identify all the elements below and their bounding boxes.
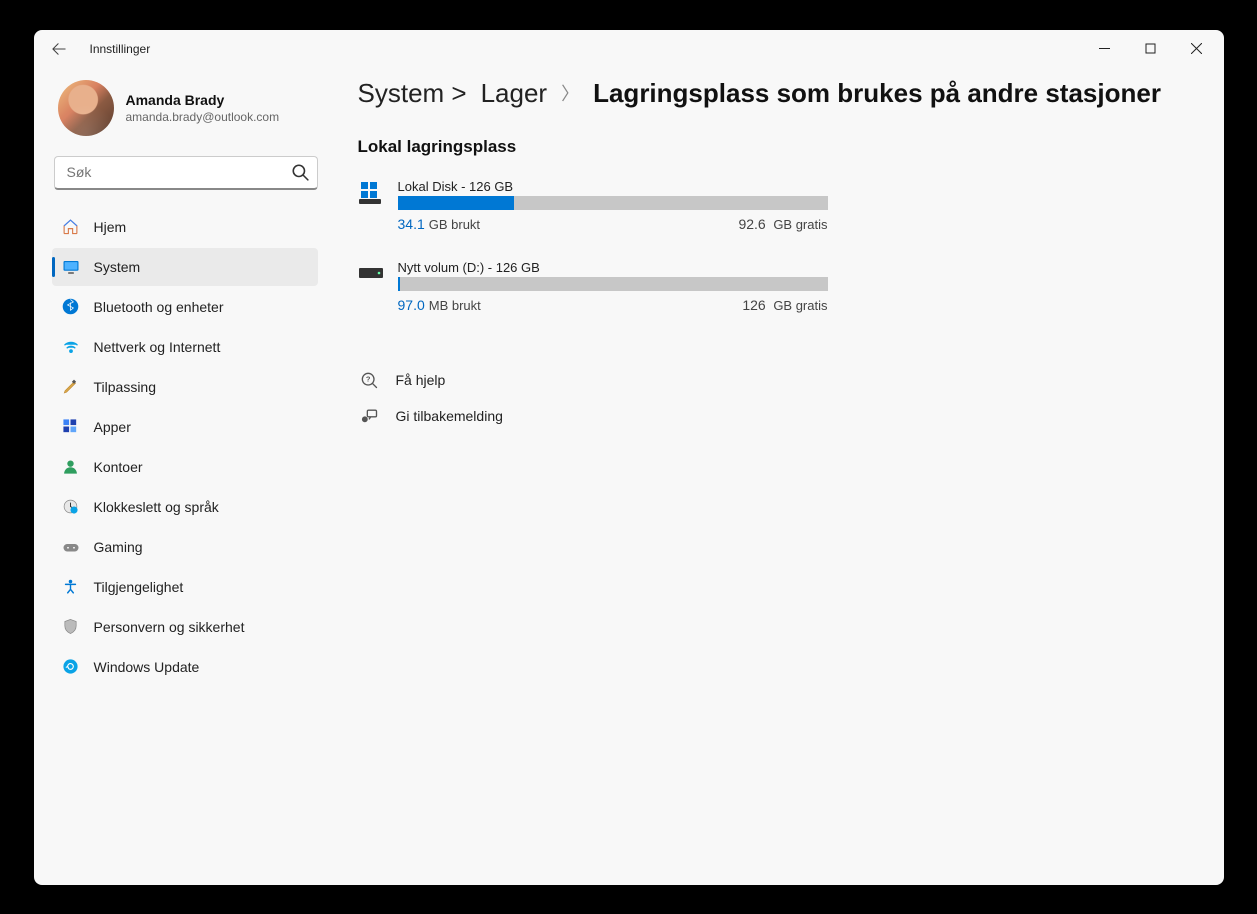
main-content: System > Lager 〉 Lagringsplass som bruke… [334,68,1224,885]
sidebar-item-apps[interactable]: Apper [52,408,318,446]
section-title: Lokal lagringsplass [358,137,1194,157]
drive-progress [398,196,828,210]
drive-windows-icon [358,179,386,207]
sidebar-item-label: Nettverk og Internett [94,339,221,355]
time-icon [62,498,80,516]
search-box[interactable] [54,156,318,190]
search-icon [291,163,309,181]
drive-used: 34.1GB brukt [398,216,481,232]
profile-email: amanda.brady@outlook.com [126,110,280,124]
drive-free: 92.6 GB gratis [738,216,827,232]
update-icon [62,658,80,676]
accessibility-icon [62,578,80,596]
sidebar-item-system[interactable]: System [52,248,318,286]
svg-text:?: ? [365,374,370,383]
sidebar-item-label: Hjem [94,219,127,235]
sidebar-item-privacy[interactable]: Personvern og sikkerhet [52,608,318,646]
feedback-icon [358,405,380,427]
get-help-link[interactable]: ? Få hjelp [358,369,1194,391]
sidebar-item-gaming[interactable]: Gaming [52,528,318,566]
apps-icon [62,418,80,436]
bluetooth-icon [62,298,80,316]
accounts-icon [62,458,80,476]
drive-used: 97.0MB brukt [398,297,481,313]
drive-progress [398,277,828,291]
minimize-icon [1099,43,1110,54]
nav: Hjem System Bluetooth og enheter Nettver… [52,208,334,686]
gaming-icon [62,538,80,556]
help-icon: ? [358,369,380,391]
sidebar-item-bluetooth[interactable]: Bluetooth og enheter [52,288,318,326]
sidebar-item-label: Apper [94,419,131,435]
help-label: Få hjelp [396,372,446,388]
drive-local[interactable]: Lokal Disk - 126 GB 34.1GB brukt 92.6 GB… [358,179,1194,232]
feedback-label: Gi tilbakemelding [396,408,503,424]
personalization-icon [62,378,80,396]
back-button[interactable] [48,38,70,60]
window-title: Innstillinger [90,42,151,56]
profile-block[interactable]: Amanda Brady amanda.brady@outlook.com [52,74,334,150]
titlebar: Innstillinger [34,30,1224,68]
minimize-button[interactable] [1082,30,1128,68]
drive-free: 126 GB gratis [742,297,827,313]
breadcrumb-system[interactable]: System > [358,78,467,109]
sidebar-item-home[interactable]: Hjem [52,208,318,246]
sidebar-item-update[interactable]: Windows Update [52,648,318,686]
sidebar-item-accounts[interactable]: Kontoer [52,448,318,486]
drive-volume-d[interactable]: Nytt volum (D:) - 126 GB 97.0MB brukt 12… [358,260,1194,313]
profile-name: Amanda Brady [126,92,280,108]
drive-progress-fill [398,196,514,210]
home-icon [62,218,80,236]
drive-disk-icon [358,260,386,288]
settings-window: Innstillinger Amanda Brady amanda.brady@… [34,30,1224,885]
sidebar: Amanda Brady amanda.brady@outlook.com Hj… [34,68,334,885]
sidebar-item-label: Tilgjengelighet [94,579,184,595]
sidebar-item-label: Tilpassing [94,379,157,395]
maximize-icon [1145,43,1156,54]
sidebar-item-label: Bluetooth og enheter [94,299,224,315]
chevron-right-icon: 〉 [561,80,579,106]
network-icon [62,338,80,356]
sidebar-item-personalization[interactable]: Tilpassing [52,368,318,406]
shield-icon [62,618,80,636]
sidebar-item-label: Windows Update [94,659,200,675]
close-icon [1191,43,1202,54]
breadcrumb-current: Lagringsplass som brukes på andre stasjo… [593,78,1161,109]
avatar [58,80,114,136]
sidebar-item-label: Gaming [94,539,143,555]
close-button[interactable] [1174,30,1220,68]
sidebar-item-network[interactable]: Nettverk og Internett [52,328,318,366]
sidebar-item-time-language[interactable]: Klokkeslett og språk [52,488,318,526]
breadcrumb: System > Lager 〉 Lagringsplass som bruke… [358,78,1194,109]
sidebar-item-label: Kontoer [94,459,143,475]
drive-title: Lokal Disk - 126 GB [398,179,828,194]
feedback-link[interactable]: Gi tilbakemelding [358,405,1194,427]
sidebar-item-accessibility[interactable]: Tilgjengelighet [52,568,318,606]
search-input[interactable] [67,164,291,180]
maximize-button[interactable] [1128,30,1174,68]
breadcrumb-storage[interactable]: Lager [481,78,548,109]
sidebar-item-label: Personvern og sikkerhet [94,619,245,635]
drive-progress-fill [398,277,400,291]
sidebar-item-label: Klokkeslett og språk [94,499,219,515]
system-icon [62,258,80,276]
sidebar-item-label: System [94,259,141,275]
drive-title: Nytt volum (D:) - 126 GB [398,260,828,275]
arrow-left-icon [52,42,66,56]
